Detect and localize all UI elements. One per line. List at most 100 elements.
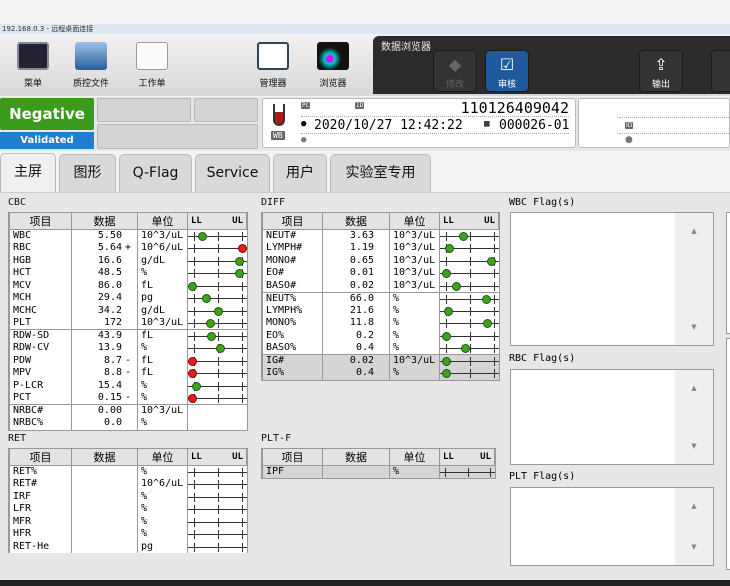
table-row[interactable]: WBC 5.50 10^3/uL <box>9 229 247 242</box>
item-unit: % <box>137 503 188 516</box>
table-row[interactable]: RBC 5.64 +10^6/uL <box>9 242 247 255</box>
table-row[interactable]: IG% 0.4% <box>262 367 499 380</box>
gauge-tick <box>193 480 195 489</box>
table-row[interactable]: RDW-SD 43.9 fL <box>9 329 247 342</box>
table-row[interactable]: BASO% 0.4% <box>262 342 499 355</box>
scrollbar[interactable]: ▲ ▼ <box>675 488 713 565</box>
item-unit: % <box>137 379 188 392</box>
browser-button[interactable]: 浏览器 <box>308 42 358 89</box>
table-row[interactable]: NRBC% 0.0% <box>9 417 247 430</box>
col-range: LL UL <box>187 213 247 230</box>
gauge-line <box>188 521 247 523</box>
table-row[interactable]: BASO# 0.02 10^3/uL <box>262 279 499 292</box>
table-row[interactable]: HCT 48.5% <box>9 267 247 280</box>
table-row[interactable]: MFR% <box>9 515 247 528</box>
qc-file-button[interactable]: 质控文件 <box>66 42 116 89</box>
table-row[interactable]: NEUT# 3.63 10^3/uL <box>262 229 499 242</box>
table-row[interactable]: NRBC# 0.00 10^3/uL <box>9 404 247 417</box>
more-button[interactable] <box>711 50 730 92</box>
scroll-down-icon[interactable]: ▼ <box>675 442 713 450</box>
plt-flags-list[interactable]: ▲ ▼ <box>510 487 714 566</box>
table-row[interactable]: LFR% <box>9 503 247 516</box>
scrollbar[interactable]: ▲ ▼ <box>675 370 713 464</box>
value-text: 66.0 <box>349 292 374 304</box>
table-row[interactable]: MCHC 34.2 g/dL <box>9 304 247 317</box>
table-row[interactable]: P-LCR 15.4% <box>9 379 247 392</box>
scroll-down-icon[interactable]: ▼ <box>675 323 713 331</box>
table-row[interactable]: EO% 0.2% <box>262 329 499 342</box>
table-row[interactable]: LYMPH% 21.6% <box>262 304 499 317</box>
gauge-tick <box>218 369 220 378</box>
scroll-down-icon[interactable]: ▼ <box>675 543 713 551</box>
gauge-tick <box>218 294 220 303</box>
scroll-up-icon[interactable]: ▲ <box>675 227 713 235</box>
item-unit: 10^3/uL <box>137 317 188 330</box>
comment-icon: ● <box>301 135 307 145</box>
table-row[interactable]: MONO% 11.8% <box>262 317 499 330</box>
table-row[interactable]: MPV 8.8- fL <box>9 367 247 380</box>
table-row[interactable]: MCH 29.4 pg <box>9 292 247 305</box>
gauge-tick <box>470 269 472 278</box>
patient-id-badge: ID <box>625 122 634 129</box>
gauge-tick <box>241 492 243 502</box>
table-row[interactable]: IPF% <box>262 465 495 478</box>
header-row: 项目 数据 单位 LL UL <box>262 449 495 466</box>
edit-button[interactable]: ◆ 修改 <box>433 50 477 92</box>
item-unit: pg <box>137 292 188 305</box>
tab-lab-only[interactable]: 实验室专用 <box>330 154 431 192</box>
side-panel <box>726 338 730 570</box>
range-gauge <box>187 465 247 478</box>
range-gauge <box>187 329 247 342</box>
item-value: 66.0 <box>322 291 390 305</box>
gauge-tick <box>218 232 220 241</box>
gauge-line <box>188 509 247 510</box>
table-row[interactable]: PLT 172 10^3/uL <box>9 317 247 330</box>
gauge-tick <box>218 517 220 527</box>
manager-button[interactable]: 管理器 <box>248 42 298 89</box>
table-row[interactable]: HGB 16.6 g/dL <box>9 254 247 267</box>
item-value: 0.02 <box>322 279 390 292</box>
range-gauge <box>439 354 499 367</box>
item-unit: 10^3/uL <box>389 267 440 280</box>
tab-graph[interactable]: 图形 <box>59 154 116 192</box>
validate-button[interactable]: ☑ 审核 <box>485 50 529 92</box>
tab-main[interactable]: 主屏 <box>0 153 56 193</box>
gauge-tick <box>470 244 472 253</box>
item-value <box>71 540 138 553</box>
item-name: RET# <box>9 478 72 491</box>
scroll-up-icon[interactable]: ▲ <box>675 502 713 510</box>
wbc-flags-list[interactable]: ▲ ▼ <box>510 212 714 346</box>
rack-position: 000026-01 <box>499 118 570 133</box>
table-row[interactable]: IRF% <box>9 490 247 503</box>
table-row[interactable]: MONO# 0.65 10^3/uL <box>262 254 499 267</box>
table-row[interactable]: LYMPH# 1.19 10^3/uL <box>262 242 499 255</box>
scrollbar[interactable]: ▲ ▼ <box>675 213 713 345</box>
table-row[interactable]: RET# 10^6/uL <box>9 478 247 491</box>
gauge-tick <box>445 319 447 328</box>
tab-q-flag[interactable]: Q-Flag <box>119 154 192 192</box>
table-row[interactable]: EO# 0.01 10^3/uL <box>262 267 499 280</box>
tab-service[interactable]: Service <box>195 154 270 192</box>
table-row[interactable]: RET%% <box>9 465 247 478</box>
table-row[interactable]: PDW 8.7- fL <box>9 354 247 367</box>
table-row[interactable]: IG# 0.02 10^3/uL <box>262 354 499 367</box>
table-row[interactable]: MCV 86.0 fL <box>9 279 247 292</box>
gauge-tick <box>493 306 495 316</box>
abnormal-indicator-dot <box>188 369 198 378</box>
output-button[interactable]: ⇪ 输出 <box>639 50 683 92</box>
table-row[interactable]: NEUT% 66.0% <box>262 291 499 305</box>
table-row[interactable]: RDW-CV 13.9% <box>9 342 247 355</box>
item-value <box>71 465 138 478</box>
worksheet-button[interactable]: 工作单 <box>127 42 177 89</box>
table-row[interactable]: PCT 0.15-% <box>9 392 247 405</box>
range-gauge <box>439 367 499 380</box>
scroll-up-icon[interactable]: ▲ <box>675 384 713 392</box>
table-row[interactable]: HFR% <box>9 528 247 541</box>
table-row[interactable]: RET-He pg <box>9 540 247 553</box>
menu-button[interactable]: 菜单 <box>8 42 58 89</box>
item-name: RDW-SD <box>9 329 72 342</box>
rbc-flags-list[interactable]: ▲ ▼ <box>510 369 714 465</box>
item-value: 15.4 <box>71 379 138 392</box>
tab-user[interactable]: 用户 <box>273 154 327 192</box>
item-unit: g/dL <box>137 254 188 267</box>
